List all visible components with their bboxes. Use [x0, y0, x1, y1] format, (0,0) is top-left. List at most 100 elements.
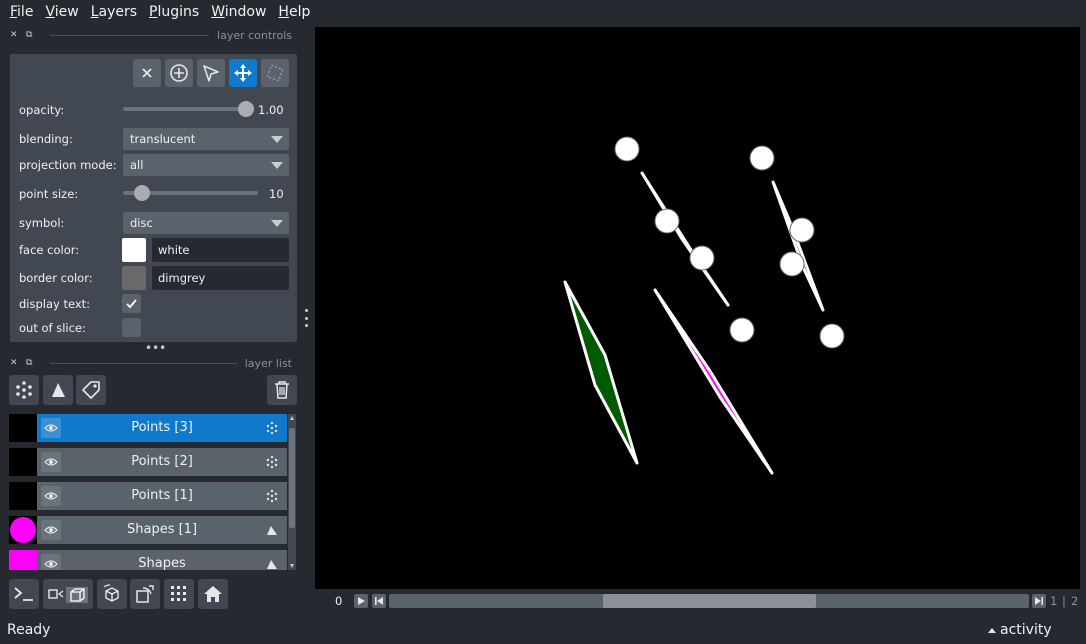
projection-mode-dropdown[interactable]: all [123, 154, 289, 176]
new-labels-layer-button[interactable] [76, 375, 106, 405]
shapes-type-icon [267, 526, 277, 535]
display-text-label: display text: [19, 297, 91, 311]
play-button[interactable] [354, 594, 368, 608]
point-marker [729, 317, 755, 343]
console-button[interactable] [9, 579, 39, 609]
layer-body[interactable]: Points [3] [37, 414, 287, 442]
projection-mode-value: all [130, 158, 144, 172]
cube-icon [103, 584, 119, 602]
layer-name[interactable]: Points [3] [67, 414, 257, 442]
chevron-down-icon [271, 162, 283, 169]
border-color-swatch[interactable] [122, 266, 146, 290]
trash-icon [275, 381, 289, 399]
menu-view[interactable]: View [39, 0, 84, 24]
pan-zoom-button[interactable] [229, 59, 257, 87]
menu-file[interactable]: File [4, 0, 39, 24]
toggle-ndisplay-button[interactable] [43, 579, 93, 609]
face-color-label: face color: [19, 243, 80, 257]
dock-float-icon[interactable]: ⧉ [26, 358, 36, 368]
label-tag-icon [82, 381, 100, 399]
menu-help[interactable]: Help [272, 0, 316, 24]
layer-list-scrollbar[interactable] [288, 414, 296, 570]
point-marker [614, 136, 640, 162]
shapes-layer-icon [52, 383, 65, 397]
face-color-swatch[interactable] [122, 238, 146, 262]
new-shapes-layer-button[interactable] [43, 375, 73, 405]
layer-list-titlebar: ✕ ⧉ layer list [10, 355, 292, 371]
transpose-dimensions-button[interactable] [130, 579, 160, 609]
layer-body[interactable]: Points [1] [37, 482, 287, 510]
layer-thumbnail [9, 550, 37, 570]
menu-plugins[interactable]: Plugins [143, 0, 205, 24]
dims-slider-track[interactable] [389, 594, 1029, 608]
chevron-down-icon [271, 220, 283, 227]
layer-name[interactable]: Shapes [67, 550, 257, 570]
roll-dimensions-button[interactable] [97, 579, 127, 609]
layer-body[interactable]: Shapes [1] [37, 516, 287, 544]
panel-splitter-handle[interactable]: ••• [145, 342, 166, 354]
eye-icon [44, 560, 58, 568]
layer-thumbnail [9, 516, 37, 544]
layer-list-title: layer list [244, 356, 292, 370]
grid-view-button[interactable] [164, 579, 194, 609]
magenta-shape-lower [653, 288, 774, 475]
layer-name[interactable]: Points [2] [67, 448, 257, 476]
dock-close-icon[interactable]: ✕ [10, 30, 20, 40]
layer-body[interactable]: Shapes [37, 550, 287, 570]
visibility-toggle[interactable] [41, 418, 61, 438]
layer-row[interactable]: Shapes [9, 550, 287, 570]
scroll-down-icon[interactable] [290, 564, 294, 568]
display-text-checkbox[interactable] [122, 294, 141, 313]
out-of-slice-checkbox[interactable] [122, 318, 141, 337]
layer-name[interactable]: Points [1] [67, 482, 257, 510]
step-forward-button[interactable] [1032, 594, 1046, 608]
layer-thumbnail [9, 414, 37, 442]
layer-name[interactable]: Shapes [1] [67, 516, 257, 544]
symbol-dropdown[interactable]: disc [123, 212, 289, 234]
dock-close-icon[interactable]: ✕ [10, 358, 20, 368]
point-size-slider-handle[interactable] [134, 185, 150, 201]
skip-back-icon [375, 597, 383, 605]
activity-toggle[interactable]: activity [988, 622, 1052, 638]
canvas-drawing [563, 136, 845, 475]
dims-slider-thumb[interactable] [602, 594, 816, 608]
visibility-toggle[interactable] [41, 452, 61, 472]
layer-list-scrollbar-thumb[interactable] [289, 428, 295, 528]
step-back-button[interactable] [372, 594, 386, 608]
points-type-icon [266, 421, 278, 435]
visibility-toggle[interactable] [41, 520, 61, 540]
delete-layer-button[interactable] [267, 375, 297, 405]
dock-resize-handle[interactable] [303, 309, 309, 327]
eye-icon [44, 424, 58, 432]
border-color-input[interactable]: dimgrey [152, 266, 289, 290]
dock-float-icon[interactable]: ⧉ [26, 30, 36, 40]
dims-current-index[interactable]: 0 [335, 594, 342, 608]
chevron-down-icon [271, 136, 283, 143]
layer-row[interactable]: Shapes [1] [9, 516, 287, 544]
opacity-slider[interactable] [123, 107, 246, 111]
layer-type-indicator [265, 523, 279, 537]
reset-view-button[interactable] [198, 579, 228, 609]
scroll-up-icon[interactable] [290, 416, 294, 420]
opacity-label: opacity: [19, 103, 65, 117]
dims-position: 1 [1050, 594, 1058, 608]
opacity-slider-handle[interactable] [238, 101, 254, 117]
add-points-button[interactable] [165, 59, 193, 87]
face-color-input[interactable]: white [152, 238, 289, 262]
layer-row[interactable]: Points [1] [9, 482, 287, 510]
menu-layers[interactable]: Layers [85, 0, 143, 24]
new-points-layer-button[interactable] [9, 375, 39, 405]
delete-selected-button[interactable] [133, 59, 161, 87]
layer-row[interactable]: Points [3] [9, 414, 287, 442]
menu-window[interactable]: Window [205, 0, 272, 24]
layer-type-indicator [265, 421, 279, 435]
visibility-toggle[interactable] [41, 554, 61, 570]
viewer-canvas[interactable] [315, 27, 1080, 589]
layer-row[interactable]: Points [2] [9, 448, 287, 476]
transform-button[interactable] [261, 59, 289, 87]
select-points-button[interactable] [197, 59, 225, 87]
visibility-toggle[interactable] [41, 486, 61, 506]
layer-body[interactable]: Points [2] [37, 448, 287, 476]
close-icon [142, 68, 152, 78]
blending-dropdown[interactable]: translucent [123, 128, 289, 150]
